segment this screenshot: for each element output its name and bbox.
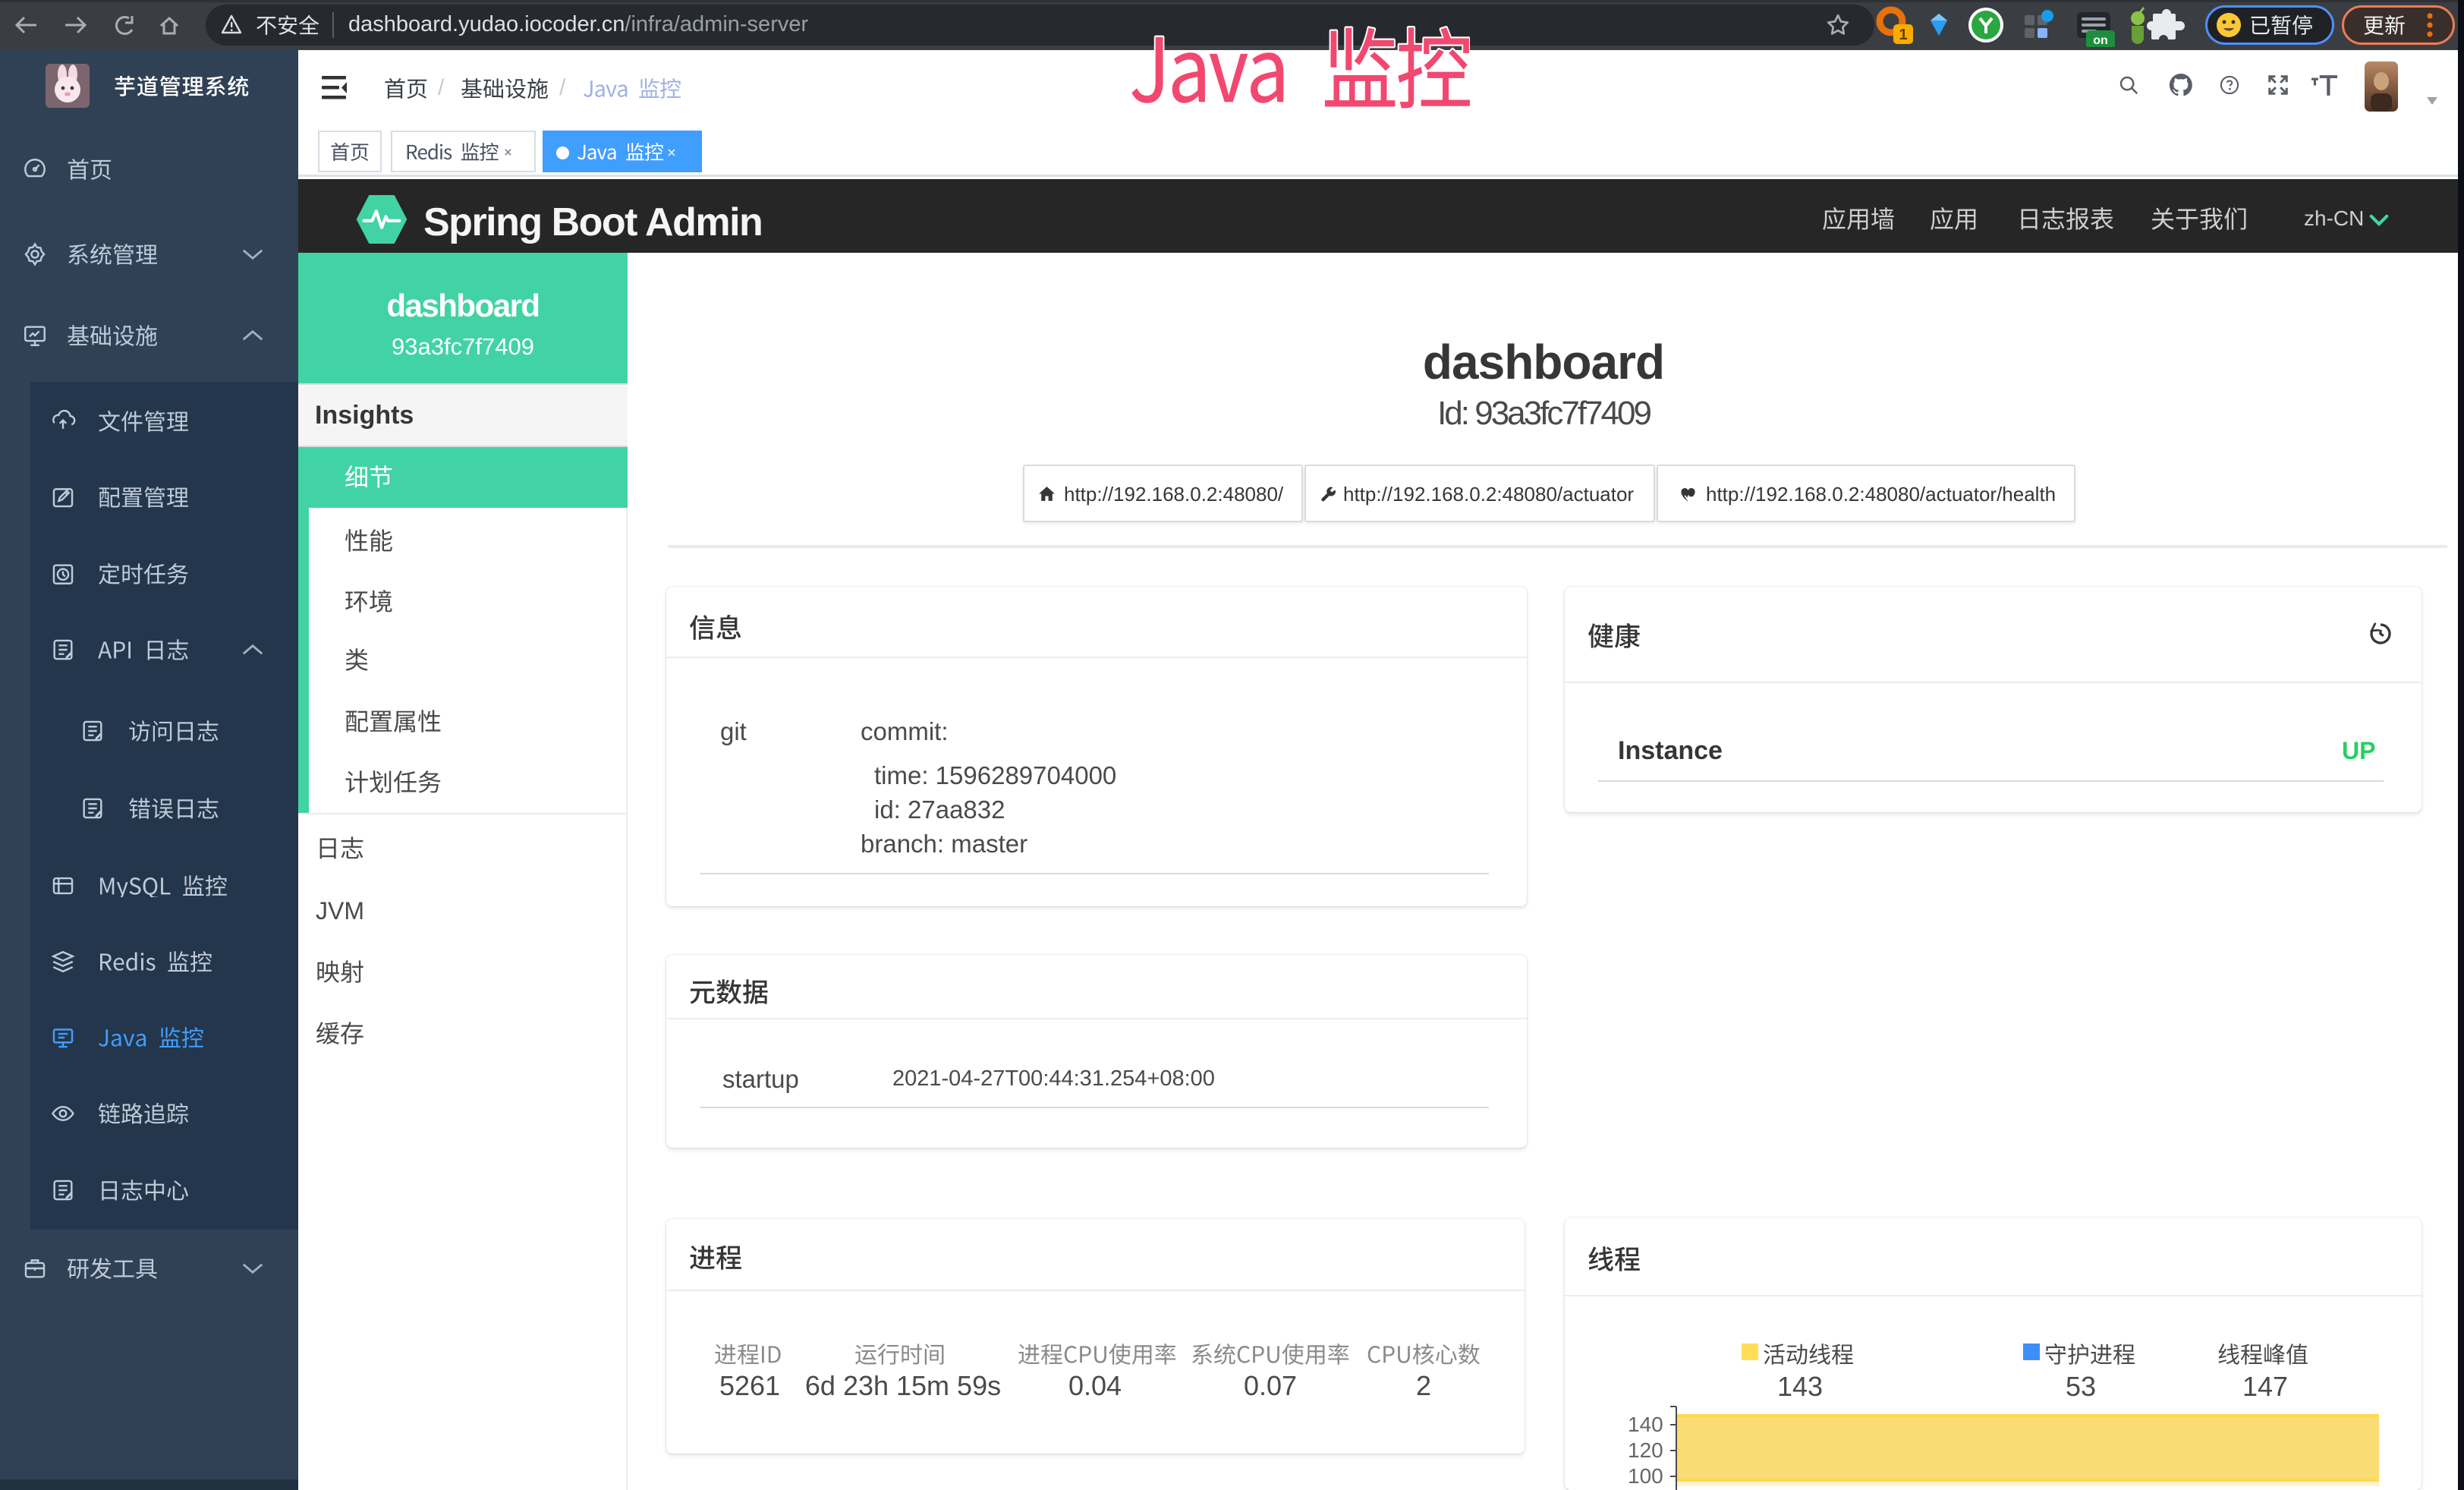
svg-text:1: 1	[1899, 27, 1907, 43]
svg-text:on: on	[2093, 34, 2108, 47]
